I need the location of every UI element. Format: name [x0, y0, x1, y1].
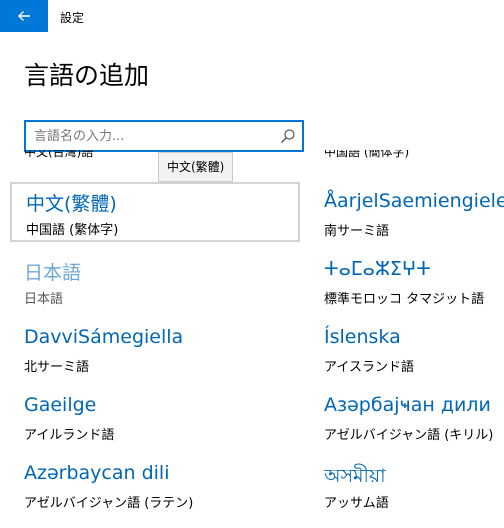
language-description: 南サーミ語	[324, 224, 390, 239]
language-name: Íslenska	[324, 326, 401, 348]
language-item-azerbaijani-latin[interactable]: Azərbaycan dili アゼルバイジャン語 (ラテン)	[10, 456, 286, 516]
language-item-chinese-traditional[interactable]: 中文(繁體) 中国語 (繁体字)	[10, 182, 300, 242]
search-icon[interactable]	[280, 128, 296, 144]
language-item-assamese[interactable]: অসমীয়া アッサム語	[324, 456, 504, 516]
language-item-azerbaijani-cyrillic[interactable]: Азәрбајҹан дили アゼルバイジャン語 (キリル)	[324, 388, 504, 448]
search-input[interactable]	[34, 127, 264, 145]
language-name: Azərbaycan dili	[24, 462, 170, 484]
language-description: アッサム語	[324, 496, 389, 511]
search-box[interactable]	[24, 120, 304, 152]
language-description: アゼルバイジャン語 (ラテン)	[24, 496, 194, 511]
clipped-list-item: 中文(台灣)語	[24, 150, 144, 164]
language-item-southern-sami[interactable]: ÅarjelSaemiengiele 南サーミ語	[324, 184, 504, 244]
language-item-northern-sami[interactable]: DavviSámegiella 北サーミ語	[10, 320, 286, 380]
clipped-list-item: 中国語 (簡体字)	[324, 150, 444, 164]
back-arrow-icon	[18, 11, 30, 21]
back-button[interactable]	[0, 0, 48, 32]
language-description: アゼルバイジャン語 (キリル)	[324, 428, 494, 443]
language-item-japanese: 日本語 日本語	[10, 252, 286, 312]
language-description: 中国語 (繁体字)	[26, 223, 119, 238]
language-name: DavviSámegiella	[24, 326, 184, 348]
language-item-tamazight[interactable]: ⵜⴰⵎⴰⵣⵉⵖⵜ 標準モロッコ タマジット語	[324, 252, 504, 312]
app-title: 設定	[60, 11, 85, 25]
language-description: 北サーミ語	[24, 360, 90, 375]
language-description: 日本語	[24, 292, 64, 307]
language-name: অসমীয়া	[324, 465, 386, 487]
tooltip: 中文(繁體)	[158, 152, 234, 182]
clipped-list-item-label: 中文(台灣)語	[24, 150, 94, 159]
clipped-list-item-label: 中国語 (簡体字)	[324, 150, 410, 159]
language-name: ⵜⴰⵎⴰⵣⵉⵖⵜ	[324, 258, 431, 280]
language-name: Gaeilge	[24, 394, 97, 416]
language-description: アイルランド語	[24, 428, 115, 443]
language-name: ÅarjelSaemiengiele	[324, 190, 504, 212]
page-title: 言語の追加	[24, 61, 150, 90]
language-description: アイスランド語	[324, 360, 414, 375]
language-item-irish[interactable]: Gaeilge アイルランド語	[10, 388, 286, 448]
language-item-icelandic[interactable]: Íslenska アイスランド語	[324, 320, 504, 380]
title-bar: 設定	[0, 0, 504, 32]
language-description: 標準モロッコ タマジット語	[324, 292, 485, 307]
language-name: 中文(繁體)	[26, 193, 117, 215]
language-name: 日本語	[24, 262, 82, 284]
language-name: Азәрбајҹан дили	[324, 394, 491, 416]
